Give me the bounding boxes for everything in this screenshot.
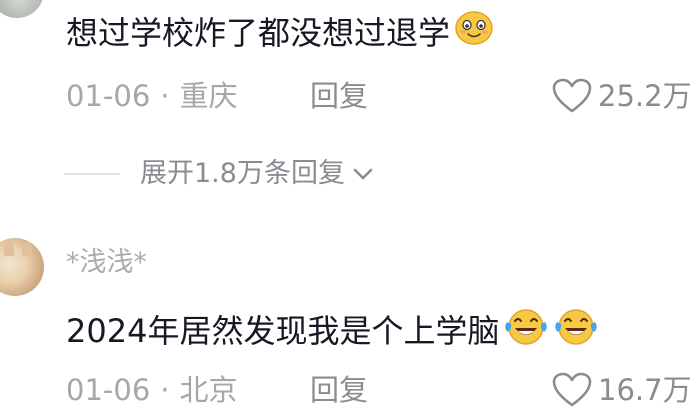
laugh-cry-emoji-icon: [503, 306, 549, 355]
comment-date: 01-06: [66, 373, 151, 407]
like-button[interactable]: 25.2万: [552, 78, 692, 114]
comment-text: 想过学校炸了都没想过退学: [66, 13, 451, 52]
comment-body: 想过学校炸了都没想过退学: [66, 10, 494, 55]
expand-replies-label: 展开1.8万条回复: [140, 158, 345, 189]
comment-location: 北京: [179, 373, 238, 407]
avatar[interactable]: [0, 238, 44, 296]
comment-meta: 01-06 · 北京: [66, 372, 238, 408]
expand-replies-button[interactable]: 展开1.8万条回复: [64, 156, 375, 192]
reply-button[interactable]: 回复: [310, 372, 368, 408]
reply-button[interactable]: 回复: [310, 78, 368, 114]
comment-location: 重庆: [179, 79, 238, 113]
heart-icon: [552, 78, 592, 113]
separator-dot: ·: [160, 373, 170, 407]
like-count: 16.7万: [598, 373, 692, 407]
username[interactable]: *浅浅*: [66, 246, 147, 280]
comment-meta: 01-06 · 重庆: [66, 78, 238, 114]
heart-icon: [552, 372, 592, 407]
comment-body: 2024年居然发现我是个上学脑: [66, 306, 599, 355]
laugh-cry-emoji-icon: [553, 306, 599, 355]
like-count: 25.2万: [598, 79, 692, 113]
comment-date: 01-06: [66, 79, 151, 113]
comment-list: 想过学校炸了都没想过退学 01-06 · 重庆 回复 25.2万 展开1.8万条回复: [0, 0, 699, 412]
smile-emoji-icon: [454, 10, 494, 55]
chevron-down-icon: [353, 168, 373, 180]
divider: [64, 173, 120, 175]
avatar[interactable]: [0, 0, 44, 18]
like-button[interactable]: 16.7万: [552, 372, 692, 408]
separator-dot: ·: [160, 79, 170, 113]
comment-text: 2024年居然发现我是个上学脑: [66, 311, 500, 350]
